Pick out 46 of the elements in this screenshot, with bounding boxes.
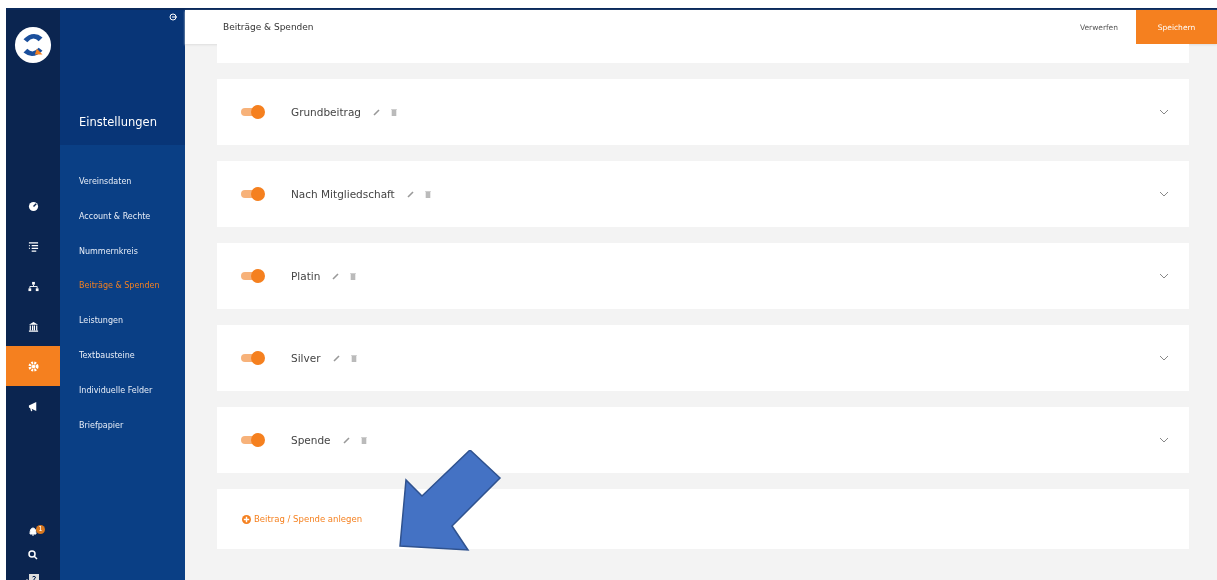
edit-icon[interactable]	[406, 190, 415, 198]
submenu-item[interactable]: Leistungen	[60, 316, 185, 351]
edit-icon[interactable]	[373, 108, 381, 116]
edit-icon[interactable]	[332, 272, 341, 280]
toggle-switch[interactable]	[241, 351, 265, 365]
submenu-item[interactable]: Nummernkreis	[60, 246, 185, 282]
contribution-name: Platin	[291, 270, 321, 282]
search-icon[interactable]	[28, 550, 38, 560]
contribution-name: Grundbeitrag	[291, 106, 361, 118]
page-title: Beiträge & Spenden	[222, 22, 315, 32]
contribution-name: Nach Mitgliedschaft	[291, 188, 395, 200]
hierarchy-icon	[27, 280, 39, 292]
bell-icon[interactable]	[28, 526, 38, 536]
toggle-switch[interactable]	[241, 105, 265, 119]
gauge-icon	[27, 200, 39, 212]
bank-icon	[27, 320, 39, 332]
logout-icon[interactable]	[169, 13, 177, 21]
trash-icon[interactable]	[349, 354, 358, 362]
list-icon	[27, 240, 39, 252]
submenu-title: Einstellungen	[79, 115, 157, 129]
plus-circle-icon	[242, 514, 251, 524]
toggle-switch[interactable]	[241, 269, 265, 283]
contribution-name: Silver	[291, 352, 321, 364]
edit-icon[interactable]	[332, 354, 341, 362]
trash-icon[interactable]	[359, 436, 368, 444]
chevron-down-icon[interactable]	[1159, 437, 1169, 443]
megaphone-icon	[27, 400, 39, 412]
chevron-down-icon[interactable]	[1159, 355, 1169, 361]
chevron-down-icon[interactable]	[1159, 191, 1169, 197]
toggle-switch[interactable]	[241, 433, 265, 447]
submenu-item[interactable]: Individuelle Felder	[60, 385, 185, 421]
trash-icon[interactable]	[390, 108, 398, 116]
chevron-down-icon[interactable]	[1159, 109, 1169, 115]
settings-icon	[27, 360, 39, 372]
chevron-down-icon[interactable]	[1159, 273, 1169, 279]
submenu-item[interactable]: Briefpapier	[60, 420, 185, 456]
edit-icon[interactable]	[342, 436, 351, 444]
submenu-item[interactable]: Beiträge & Spenden	[60, 281, 185, 317]
submenu-item[interactable]: Textbausteine	[60, 351, 185, 386]
logo-icon	[14, 26, 52, 64]
submenu-item[interactable]: Account & Rechte	[60, 211, 185, 247]
submenu-item[interactable]: Vereinsdaten	[60, 177, 185, 212]
trash-icon[interactable]	[349, 272, 358, 280]
toggle-switch[interactable]	[241, 187, 265, 201]
contribution-name: Spende	[291, 434, 331, 446]
trash-icon[interactable]	[423, 190, 432, 198]
